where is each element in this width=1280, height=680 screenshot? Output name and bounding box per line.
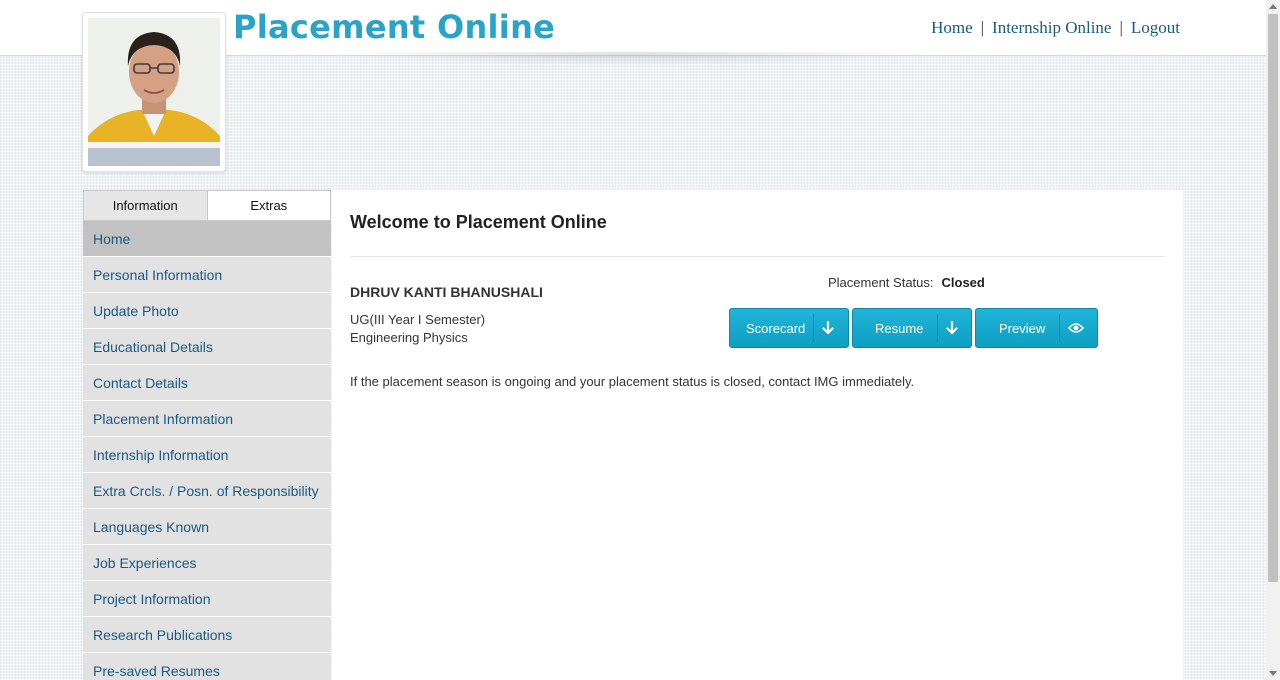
placement-status: Placement Status: Closed [828,275,985,290]
header-shadow [330,52,930,66]
sidebar-item-internship-information[interactable]: Internship Information [83,437,331,473]
sidebar-item-project-information[interactable]: Project Information [83,581,331,617]
sidebar-item-job-experiences[interactable]: Job Experiences [83,545,331,581]
sidebar-item-languages-known[interactable]: Languages Known [83,509,331,545]
sidebar-item-placement-information[interactable]: Placement Information [83,401,331,437]
profile-photo [88,18,220,166]
download-icon [937,314,965,342]
sidebar-item-home[interactable]: Home [83,221,331,257]
sidebar-item-pre-saved-resumes[interactable]: Pre-saved Resumes [83,653,331,680]
student-course-info: UG(III Year I Semester) Engineering Phys… [350,311,485,347]
divider [350,256,1165,257]
placement-status-label: Placement Status: [828,275,934,290]
nav-home-link[interactable]: Home [931,18,973,37]
sidebar-item-educational-details[interactable]: Educational Details [83,329,331,365]
action-buttons: Scorecard Resume Preview [729,308,1098,348]
student-branch: Engineering Physics [350,330,468,345]
page-title: Welcome to Placement Online [350,212,607,232]
top-navigation: Home | Internship Online | Logout [931,18,1180,38]
tab-extras[interactable]: Extras [207,190,331,221]
sidebar-tabs: Information Extras [83,190,331,221]
sidebar: Information Extras Home Personal Informa… [83,190,331,680]
placement-status-value: Closed [941,275,985,290]
nav-separator: | [1119,18,1123,37]
preview-button[interactable]: Preview [975,308,1098,348]
scroll-down-arrow-icon[interactable] [1269,671,1277,676]
sidebar-item-contact-details[interactable]: Contact Details [83,365,331,401]
student-program: UG(III Year I Semester) [350,312,486,327]
download-icon [813,314,841,342]
profile-photo-image [88,18,220,166]
preview-button-label: Preview [999,320,1046,336]
placement-note: If the placement season is ongoing and y… [350,374,915,389]
tab-information[interactable]: Information [83,190,208,221]
sidebar-item-extra-curriculars[interactable]: Extra Crcls. / Posn. of Responsibility [83,473,331,509]
student-name: DHRUV KANTI BHANUSHALI [350,284,543,300]
page-scrollbar[interactable] [1266,0,1280,680]
eye-icon [1059,314,1091,342]
scroll-up-arrow-icon[interactable] [1269,4,1277,9]
resume-button[interactable]: Resume [852,308,972,348]
resume-button-label: Resume [875,320,924,336]
nav-logout-link[interactable]: Logout [1131,18,1180,37]
nav-internship-online-link[interactable]: Internship Online [992,18,1111,37]
nav-separator: | [980,18,985,37]
site-title: Placement Online [233,8,556,46]
scorecard-button-label: Scorecard [746,320,806,336]
profile-photo-frame [82,12,226,172]
sidebar-item-update-photo[interactable]: Update Photo [83,293,331,329]
scrollbar-thumb[interactable] [1268,14,1278,582]
scorecard-button[interactable]: Scorecard [729,308,849,348]
sidebar-menu: Home Personal Information Update Photo E… [83,221,331,680]
sidebar-item-personal-information[interactable]: Personal Information [83,257,331,293]
sidebar-item-research-publications[interactable]: Research Publications [83,617,331,653]
main-content: Welcome to Placement Online DHRUV KANTI … [332,190,1183,680]
